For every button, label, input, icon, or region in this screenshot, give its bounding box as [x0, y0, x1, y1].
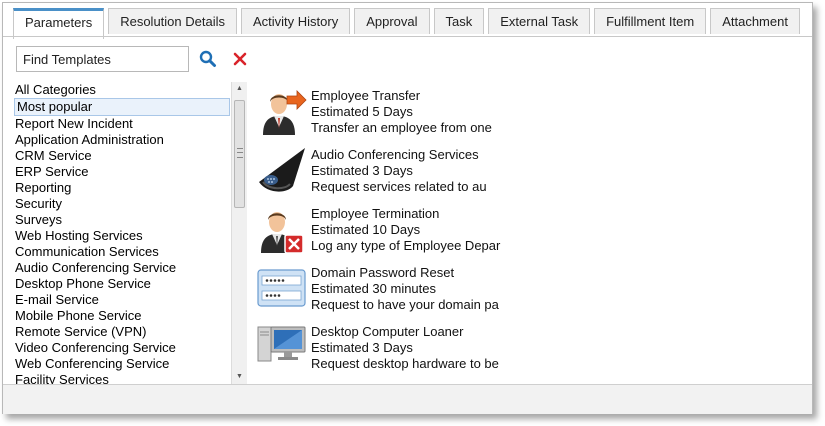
template-item[interactable]: Domain Password Reset Estimated 30 minut…: [257, 264, 797, 323]
category-item-video-conferencing-service[interactable]: Video Conferencing Service: [13, 340, 230, 356]
category-item-email-service[interactable]: E-mail Service: [13, 292, 230, 308]
template-description: Log any type of Employee Depar: [311, 238, 501, 253]
desktop-computer-icon: [257, 323, 307, 373]
tab-parameters[interactable]: Parameters: [13, 8, 105, 39]
category-item-facility-services[interactable]: Facility Services: [13, 372, 230, 384]
category-item-remote-service-vpn[interactable]: Remote Service (VPN): [13, 324, 230, 340]
template-title: Employee Transfer: [311, 88, 421, 103]
template-description: Request services related to au: [311, 179, 487, 194]
template-description: Transfer an employee from one: [311, 120, 492, 135]
scroll-up-arrow-icon[interactable]: ▲: [232, 82, 247, 96]
template-title: Audio Conferencing Services: [311, 147, 479, 162]
scrollbar-thumb[interactable]: [234, 100, 245, 208]
service-request-panel: Parameters Resolution Details Activity H…: [2, 2, 813, 414]
template-list: Employee Transfer Estimated 5 Days Trans…: [257, 87, 797, 384]
category-item-web-conferencing-service[interactable]: Web Conferencing Service: [13, 356, 230, 372]
tab-fulfillment-item[interactable]: Fulfillment Item: [594, 8, 707, 34]
tab-bar: Parameters Resolution Details Activity H…: [13, 8, 804, 39]
close-icon[interactable]: [232, 51, 248, 67]
category-item-web-hosting-services[interactable]: Web Hosting Services: [13, 228, 230, 244]
template-description: Request to have your domain pa: [311, 297, 499, 312]
find-templates-input[interactable]: [16, 46, 189, 72]
template-estimate: Estimated 3 Days: [311, 340, 413, 355]
category-item-reporting[interactable]: Reporting: [13, 180, 230, 196]
category-item-erp-service[interactable]: ERP Service: [13, 164, 230, 180]
tab-task[interactable]: Task: [433, 8, 485, 34]
tab-divider: [3, 36, 812, 37]
search-icon[interactable]: [199, 50, 217, 68]
employee-termination-icon: [257, 205, 307, 255]
template-estimate: Estimated 3 Days: [311, 163, 413, 178]
template-estimate: Estimated 5 Days: [311, 104, 413, 119]
template-item[interactable]: Employee Termination Estimated 10 Days L…: [257, 205, 797, 264]
category-list: All Categories Most popular Report New I…: [13, 82, 230, 384]
conference-phone-icon: [257, 146, 307, 196]
category-item-crm-service[interactable]: CRM Service: [13, 148, 230, 164]
template-item[interactable]: Desktop Computer Loaner Estimated 3 Days…: [257, 323, 797, 382]
category-item-security[interactable]: Security: [13, 196, 230, 212]
category-item-desktop-phone-service[interactable]: Desktop Phone Service: [13, 276, 230, 292]
category-scrollbar[interactable]: ▲ ▼: [231, 82, 247, 384]
tab-resolution-details[interactable]: Resolution Details: [108, 8, 237, 34]
template-title: Domain Password Reset: [311, 265, 455, 280]
category-item-report-new-incident[interactable]: Report New Incident: [13, 116, 230, 132]
template-item[interactable]: Audio Conferencing Services Estimated 3 …: [257, 146, 797, 205]
category-item-most-popular[interactable]: Most popular: [14, 98, 230, 116]
template-estimate: Estimated 30 minutes: [311, 281, 437, 296]
template-title: Employee Termination: [311, 206, 440, 221]
tab-external-task[interactable]: External Task: [488, 8, 591, 34]
tab-attachment[interactable]: Attachment: [710, 8, 800, 34]
tab-activity-history[interactable]: Activity History: [240, 8, 351, 34]
employee-transfer-icon: [257, 87, 307, 137]
template-title: Desktop Computer Loaner: [311, 324, 464, 339]
footer-bar: [3, 384, 812, 414]
category-item-all-categories[interactable]: All Categories: [13, 82, 230, 98]
category-item-application-administration[interactable]: Application Administration: [13, 132, 230, 148]
tab-approval[interactable]: Approval: [354, 8, 430, 34]
category-item-communication-services[interactable]: Communication Services: [13, 244, 230, 260]
category-item-audio-conferencing-service[interactable]: Audio Conferencing Service: [13, 260, 230, 276]
grip-icon: [237, 148, 243, 158]
category-item-surveys[interactable]: Surveys: [13, 212, 230, 228]
template-description: Request desktop hardware to be: [311, 356, 499, 371]
template-item[interactable]: Employee Transfer Estimated 5 Days Trans…: [257, 87, 797, 146]
category-item-mobile-phone-service[interactable]: Mobile Phone Service: [13, 308, 230, 324]
template-estimate: Estimated 10 Days: [311, 222, 421, 237]
password-field-icon: [257, 264, 307, 314]
scroll-down-arrow-icon[interactable]: ▼: [232, 370, 247, 384]
